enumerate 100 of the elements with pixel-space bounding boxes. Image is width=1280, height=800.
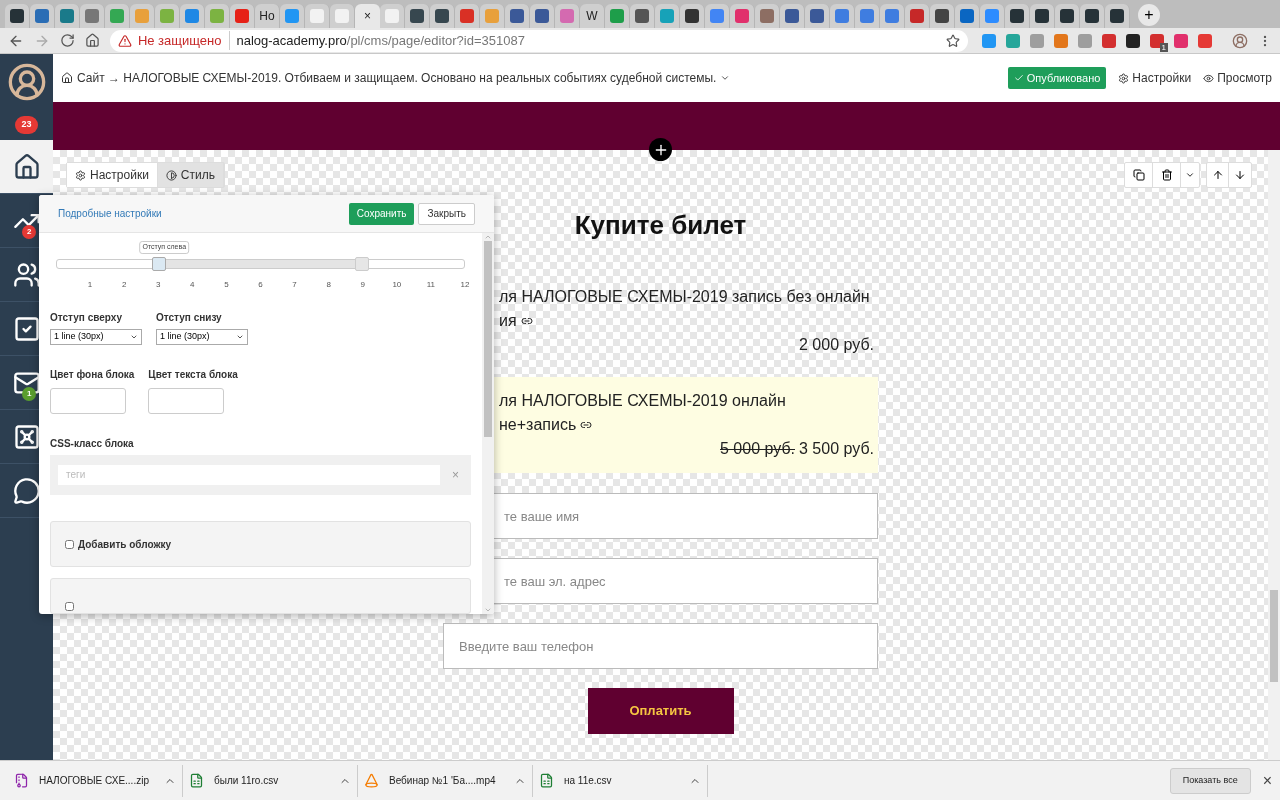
browser-tab[interactable] bbox=[1030, 4, 1055, 28]
form-field[interactable]: Введите ваш телефон bbox=[443, 623, 878, 669]
add-block-button[interactable] bbox=[649, 138, 672, 161]
slider-handle[interactable] bbox=[151, 257, 166, 271]
cover-checkbox[interactable] bbox=[65, 539, 74, 549]
slider-track[interactable] bbox=[56, 259, 465, 269]
slider-handle[interactable] bbox=[355, 257, 370, 271]
browser-tab[interactable] bbox=[930, 4, 955, 28]
download-name: были 11ro.csv bbox=[214, 774, 280, 788]
browser-tab[interactable] bbox=[430, 4, 455, 28]
slider-tick-label: 11 bbox=[426, 279, 436, 291]
page-scrollbar[interactable] bbox=[1268, 150, 1280, 760]
browser-tab[interactable] bbox=[1005, 4, 1030, 28]
browser-tab[interactable] bbox=[805, 4, 830, 28]
show-all-button[interactable]: Показать все bbox=[1169, 767, 1251, 794]
slider-tick-label: 8 bbox=[326, 279, 331, 291]
field-label: CSS-класс блока bbox=[50, 436, 135, 451]
caret-icon[interactable] bbox=[720, 73, 731, 83]
slider-tick-label: 12 bbox=[460, 279, 470, 291]
address-bar[interactable]: Не защищено nalog-academy.pro/pl/cms/page/editor?id=351087 bbox=[109, 29, 968, 52]
bookmark-star-icon[interactable] bbox=[946, 33, 960, 48]
new-tab-button[interactable]: + bbox=[1138, 4, 1160, 26]
browser-tab[interactable]: Ho bbox=[255, 4, 280, 28]
browser-tab[interactable] bbox=[1080, 4, 1105, 28]
home-icon[interactable] bbox=[61, 72, 73, 84]
option-checkbox[interactable] bbox=[65, 602, 74, 611]
extension-badge: 1 bbox=[1159, 42, 1168, 52]
tags-field[interactable]: теги bbox=[58, 464, 440, 485]
download-name: НАЛОГОВЫЕ СХЕ....zip bbox=[39, 774, 150, 788]
sidebar-item[interactable] bbox=[0, 140, 53, 194]
download-item[interactable]: НАЛОГОВЫЕ СХЕ....zip bbox=[8, 764, 183, 797]
breadcrumb[interactable]: Сайт → НАЛОГОВЫЕ СХЕМЫ-2019. Отбиваем и защищаем. Основано на реальных событиях судебной системы. bbox=[77, 69, 717, 87]
slider-tick-label: 1 bbox=[87, 279, 93, 291]
scroll-down-icon[interactable] bbox=[484, 606, 492, 614]
slider-tick-label: 4 bbox=[190, 279, 195, 291]
color-field[interactable] bbox=[50, 387, 126, 414]
eye-icon bbox=[1203, 72, 1215, 84]
preview-link[interactable]: Просмотр bbox=[1203, 69, 1272, 87]
browser-tab[interactable] bbox=[1105, 4, 1130, 28]
home-icon bbox=[12, 152, 41, 181]
download-name: на 11e.csv bbox=[564, 774, 613, 788]
offer-text: ля НАЛОГОВЫЕ СХЕМЫ-2019 онлайн bbox=[499, 391, 786, 411]
browser-tab[interactable] bbox=[780, 4, 805, 28]
slider-tick-label: 9 bbox=[360, 279, 365, 291]
slider-tick-label: 2 bbox=[121, 279, 127, 291]
download-item[interactable]: Вебинар №1 'Ба....mp4 bbox=[358, 764, 533, 797]
section-title: Купите билет bbox=[574, 209, 747, 242]
field-label: Цвет фона блока bbox=[50, 367, 135, 382]
color-field[interactable] bbox=[148, 387, 225, 414]
settings-link[interactable]: Настройки bbox=[1118, 69, 1192, 87]
browser-tab[interactable] bbox=[405, 4, 430, 28]
field-label: Цвет текста блока bbox=[148, 367, 238, 382]
archive-icon bbox=[14, 773, 29, 788]
browser-tab[interactable] bbox=[530, 4, 555, 28]
close-button[interactable]: Закрыть bbox=[418, 202, 475, 225]
trash-icon bbox=[1160, 169, 1173, 181]
browser-tab[interactable] bbox=[955, 4, 980, 28]
pay-button[interactable]: Оплатить bbox=[587, 688, 734, 734]
slider-tick-label: 6 bbox=[258, 279, 263, 291]
link-icon[interactable] bbox=[520, 315, 533, 327]
link-icon[interactable] bbox=[580, 419, 593, 431]
profile-avatar-icon[interactable] bbox=[1232, 32, 1248, 49]
extension-icon[interactable] bbox=[1126, 33, 1140, 48]
extension-icon[interactable] bbox=[1150, 33, 1164, 48]
slider-tick-label: 3 bbox=[156, 279, 161, 291]
gear-icon bbox=[75, 169, 86, 181]
home-icon[interactable] bbox=[84, 33, 100, 48]
browser-tab[interactable] bbox=[5, 4, 30, 28]
arrow-down-icon bbox=[1234, 169, 1246, 181]
check-icon bbox=[1013, 73, 1024, 83]
warning-icon bbox=[117, 33, 132, 48]
scroll-up-icon[interactable] bbox=[484, 233, 492, 241]
offer-text: не+запись bbox=[499, 415, 577, 435]
notification-badge: 23 bbox=[15, 116, 38, 134]
cover-label: Добавить обложку bbox=[78, 537, 172, 552]
scrollbar[interactable] bbox=[482, 233, 494, 614]
block-tab[interactable]: Стиль bbox=[157, 163, 224, 187]
user-avatar-icon[interactable] bbox=[6, 62, 47, 102]
spacing-select[interactable]: 1 line (30px) bbox=[156, 328, 248, 345]
download-name: Вебинар №1 'Ба....mp4 bbox=[389, 774, 497, 788]
url-text: nalog-academy.pro/pl/cms/page/editor?id=351087 bbox=[236, 31, 525, 50]
close-downloads-button[interactable]: × bbox=[1262, 768, 1272, 793]
security-label: Не защищено bbox=[137, 30, 231, 51]
browser-tab[interactable] bbox=[680, 4, 705, 28]
browser-tab[interactable] bbox=[905, 4, 930, 28]
reload-icon[interactable] bbox=[59, 33, 75, 48]
slider-tick-label: 5 bbox=[224, 279, 229, 291]
download-item[interactable]: были 11ro.csv bbox=[183, 764, 358, 797]
block-tab[interactable]: Настройки bbox=[67, 163, 158, 187]
arrow-up-icon bbox=[1211, 169, 1224, 181]
browser-tab[interactable] bbox=[1055, 4, 1080, 28]
download-item[interactable]: на 11e.csv bbox=[533, 764, 708, 797]
field-label: Отступ сверху bbox=[50, 310, 123, 325]
spacing-select[interactable]: 1 line (30px) bbox=[50, 328, 142, 345]
spreadsheet-icon bbox=[539, 773, 554, 788]
browser-tab[interactable] bbox=[505, 4, 530, 28]
browser-tab[interactable]: W bbox=[580, 4, 605, 28]
browser-tab[interactable] bbox=[630, 4, 655, 28]
browser-tab[interactable]: × bbox=[355, 4, 380, 28]
detailed-settings-link[interactable]: Подробные настройки bbox=[58, 206, 162, 221]
